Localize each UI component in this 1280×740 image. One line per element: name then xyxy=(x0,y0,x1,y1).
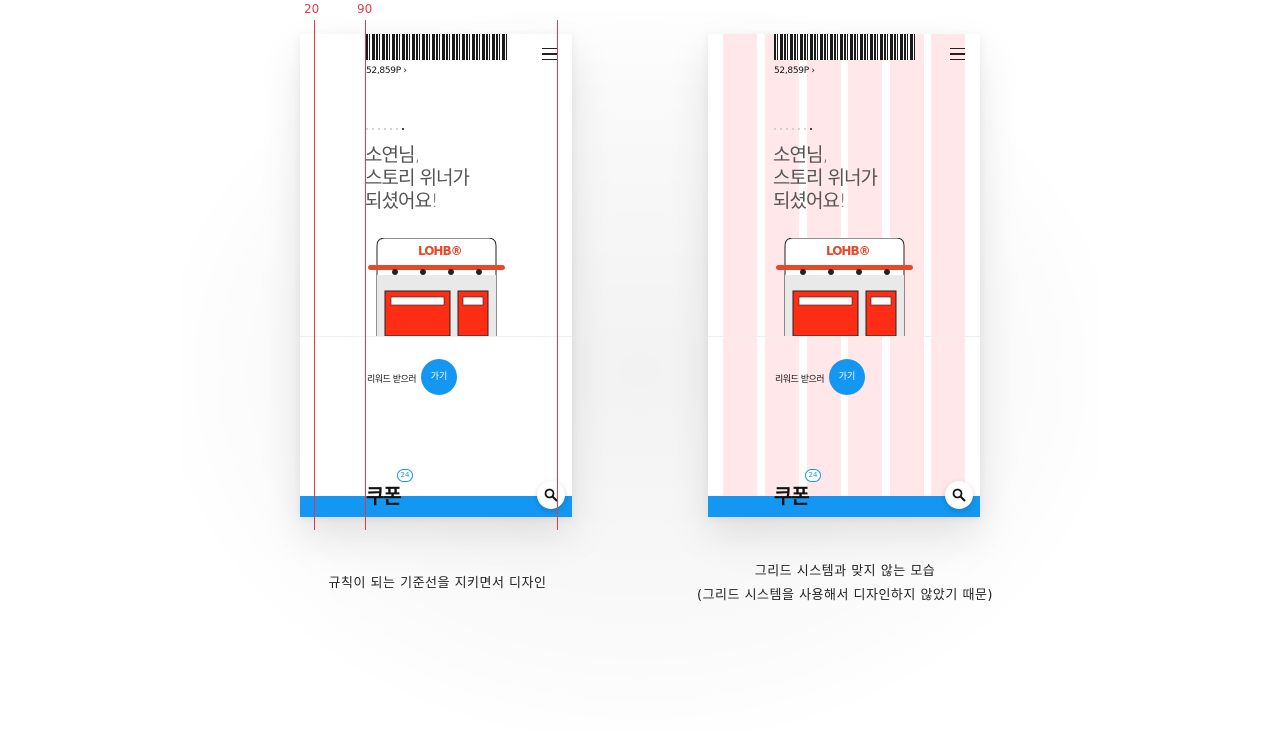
headline: 소연님, 스토리 위너가 되셨어요! xyxy=(365,144,470,212)
section-divider xyxy=(708,336,980,337)
page-indicator xyxy=(774,128,812,130)
coupon-title: 쿠폰 xyxy=(366,484,402,508)
caption-right-line1: 그리드 시스템과 맞지 않는 모습 xyxy=(754,564,936,579)
guide-label-20: 20 xyxy=(304,2,320,16)
guide-label-90: 90 xyxy=(357,2,373,16)
caption-right-line2: (그리드 시스템을 사용해서 디자인하지 않았기 때문) xyxy=(697,588,993,603)
barcode xyxy=(366,34,507,60)
brand-logo: LOHB® xyxy=(826,244,871,258)
store-illustration: LOHB® xyxy=(774,237,914,337)
coupon-count-badge: 24 xyxy=(805,469,821,482)
headline: 소연님, 스토리 위너가 되셨어요! xyxy=(773,144,878,212)
grid-column xyxy=(931,34,965,496)
search-icon xyxy=(544,488,558,502)
bottom-bar xyxy=(300,496,572,517)
go-button[interactable]: 가기 xyxy=(829,359,865,395)
hamburger-menu-icon[interactable] xyxy=(950,48,965,60)
reward-text: 리워드 받으러 xyxy=(367,375,417,385)
bottom-bar xyxy=(708,496,980,517)
search-icon xyxy=(952,488,966,502)
points-balance[interactable]: 52,859P › xyxy=(774,66,815,76)
search-button[interactable] xyxy=(537,481,565,509)
go-button[interactable]: 가기 xyxy=(421,359,457,395)
caption-left: 규칙이 되는 기준선을 지키면서 디자인 xyxy=(328,576,547,591)
store-illustration: LOHB® xyxy=(366,237,506,337)
page-indicator xyxy=(366,128,404,130)
phone-mockup-right: 52,859P › 소연님, 스토리 위너가 되셨어요! LOHB® 리워드 받… xyxy=(708,34,980,517)
section-divider xyxy=(300,336,572,337)
points-balance[interactable]: 52,859P › xyxy=(366,66,407,76)
hamburger-menu-icon[interactable] xyxy=(542,48,557,60)
phone-mockup-left: 52,859P › 소연님, 스토리 위너가 되셨어요! LOHB® 리워드 받… xyxy=(300,34,572,517)
grid-column xyxy=(723,34,757,496)
guide-line-right xyxy=(557,20,558,530)
search-button[interactable] xyxy=(945,481,973,509)
coupon-title: 쿠폰 xyxy=(774,484,810,508)
reward-text: 리워드 받으러 xyxy=(775,375,825,385)
brand-logo: LOHB® xyxy=(418,244,463,258)
coupon-count-badge: 24 xyxy=(397,469,413,482)
barcode xyxy=(774,34,915,60)
guide-line-20 xyxy=(314,20,315,530)
guide-line-90 xyxy=(365,20,366,530)
